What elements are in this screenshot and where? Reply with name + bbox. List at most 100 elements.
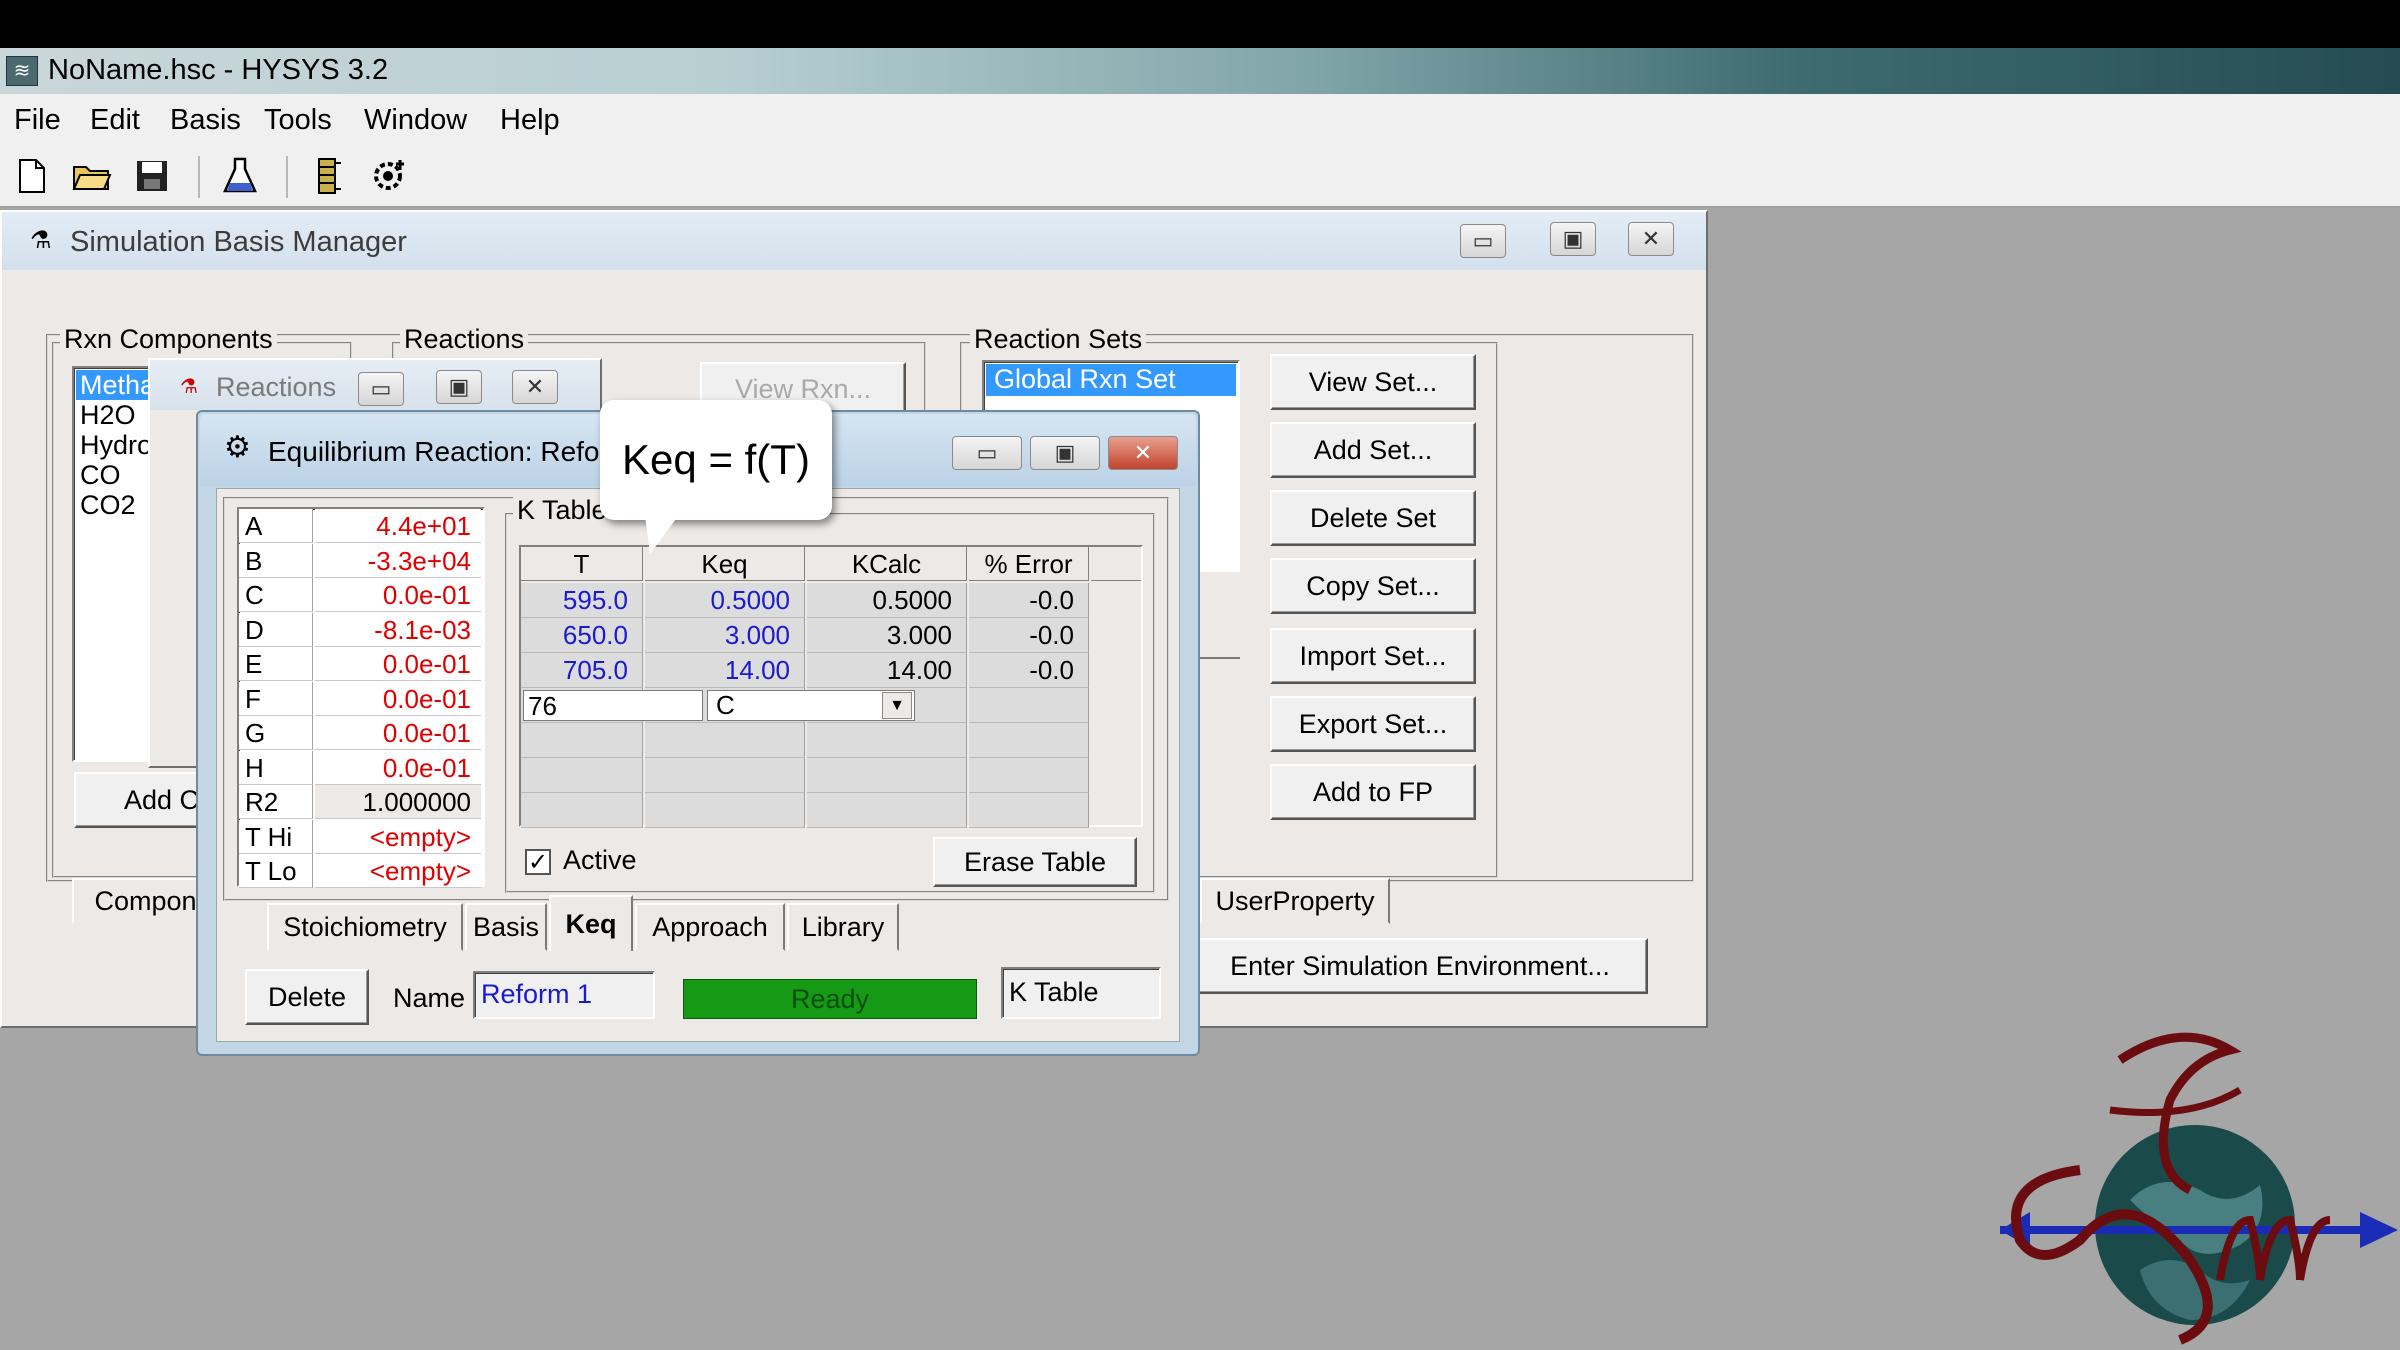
flask-icon[interactable] bbox=[218, 154, 262, 198]
menu-basis[interactable]: Basis bbox=[170, 104, 241, 137]
k-table-header[interactable]: KCalc bbox=[807, 547, 967, 581]
view-set-button[interactable]: View Set... bbox=[1270, 354, 1476, 410]
tab-library[interactable]: Library bbox=[787, 903, 899, 951]
basis-close-button[interactable]: ✕ bbox=[1628, 222, 1674, 256]
hysys-app-icon: ≋ bbox=[6, 56, 38, 86]
toolbar bbox=[0, 146, 2400, 208]
active-checkbox[interactable]: ✓ bbox=[525, 849, 551, 876]
k-table-empty-cell[interactable] bbox=[969, 688, 1089, 723]
open-folder-icon[interactable] bbox=[70, 154, 114, 198]
menu-tools[interactable]: Tools bbox=[264, 104, 332, 137]
param-value[interactable]: 0.0e-01 bbox=[315, 716, 481, 750]
k-table-grid[interactable]: T Keq KCalc% Error 595.0 0.5000 0.5000 -0.0 650… bbox=[519, 545, 1143, 828]
param-name: E bbox=[239, 647, 313, 681]
tab-keq[interactable]: Keq bbox=[549, 895, 633, 951]
component-item[interactable]: CO bbox=[80, 460, 121, 491]
eq-close-button[interactable]: ✕ bbox=[1108, 436, 1178, 470]
param-value[interactable]: 1.000000 bbox=[315, 785, 481, 819]
k-table-empty-cell[interactable] bbox=[645, 723, 805, 758]
param-value[interactable]: 0.0e-01 bbox=[315, 647, 481, 681]
reactions-window-icon: ⚗ bbox=[180, 376, 198, 398]
k-table-empty-cell[interactable] bbox=[969, 793, 1089, 828]
k-table-header[interactable]: % Error bbox=[969, 547, 1089, 581]
reaction-name-field[interactable]: Reform 1 bbox=[473, 971, 655, 1019]
k-table-empty-cell[interactable] bbox=[807, 723, 967, 758]
add-to-fp-button[interactable]: Add to FP bbox=[1270, 764, 1476, 820]
erase-table-button[interactable]: Erase Table bbox=[933, 837, 1137, 887]
copy-set-button[interactable]: Copy Set... bbox=[1270, 558, 1476, 614]
eq-maximize-button[interactable]: ▣ bbox=[1030, 436, 1100, 470]
psim-logo bbox=[2000, 1032, 2398, 1345]
reactions-maximize-button[interactable]: ▣ bbox=[436, 370, 482, 404]
tab-approach[interactable]: Approach bbox=[635, 903, 785, 951]
k-table-cell[interactable]: 705.0 bbox=[521, 653, 643, 688]
export-set-button[interactable]: Export Set... bbox=[1270, 696, 1476, 752]
reactions-minimize-button[interactable]: ▭ bbox=[358, 372, 404, 406]
toolbar-separator bbox=[286, 156, 288, 198]
k-table-empty-cell[interactable] bbox=[645, 793, 805, 828]
add-set-button[interactable]: Add Set... bbox=[1270, 422, 1476, 478]
delete-reaction-button[interactable]: Delete bbox=[245, 969, 369, 1025]
k-table-empty-cell[interactable] bbox=[521, 758, 643, 793]
k-table-header[interactable]: T bbox=[521, 547, 643, 581]
k-table-cell[interactable]: 0.5000 bbox=[645, 583, 805, 618]
menu-edit[interactable]: Edit bbox=[90, 104, 140, 137]
component-item[interactable]: H2O bbox=[80, 400, 136, 431]
tab-stoichiometry[interactable]: Stoichiometry bbox=[267, 903, 463, 951]
app-title-bar: ≋ NoName.hsc - HYSYS 3.2 bbox=[0, 48, 2400, 94]
oil-gear-icon[interactable] bbox=[368, 154, 412, 198]
menu-help[interactable]: Help bbox=[500, 104, 560, 137]
k-table-cell: -0.0 bbox=[969, 618, 1089, 653]
k-table-source-combo[interactable]: K Table bbox=[1001, 967, 1161, 1019]
basis-minimize-button[interactable]: ▭ bbox=[1460, 224, 1506, 258]
k-table-cell[interactable]: 650.0 bbox=[521, 618, 643, 653]
temperature-unit-dropdown[interactable]: C ▼ bbox=[707, 690, 915, 721]
param-name: R2 bbox=[239, 785, 313, 819]
tab-basis[interactable]: Basis bbox=[465, 903, 547, 951]
column-icon[interactable] bbox=[306, 154, 350, 198]
param-value[interactable]: <empty> bbox=[315, 854, 481, 888]
param-value[interactable]: 4.4e+01 bbox=[315, 509, 481, 543]
new-file-icon[interactable] bbox=[10, 154, 54, 198]
menu-file[interactable]: File bbox=[14, 104, 61, 137]
reaction-set-item[interactable]: Global Rxn Set bbox=[994, 364, 1176, 395]
param-value[interactable]: 0.0e-01 bbox=[315, 578, 481, 612]
reactions-close-button[interactable]: ✕ bbox=[512, 370, 558, 404]
param-value[interactable]: -3.3e+04 bbox=[315, 543, 481, 578]
param-name: F bbox=[239, 681, 313, 716]
keq-callout: Keq = f(T) bbox=[600, 400, 832, 520]
param-value[interactable]: 0.0e-01 bbox=[315, 750, 481, 785]
param-value[interactable]: <empty> bbox=[315, 819, 481, 854]
k-table-cell[interactable]: 595.0 bbox=[521, 583, 643, 618]
enter-simulation-environment-button[interactable]: Enter Simulation Environment... bbox=[1192, 938, 1648, 994]
menu-window[interactable]: Window bbox=[364, 104, 467, 137]
param-name: D bbox=[239, 612, 313, 647]
k-table-header-filler bbox=[1091, 547, 1141, 581]
temperature-edit-input[interactable]: 76 bbox=[523, 690, 703, 721]
name-label: Name bbox=[393, 983, 466, 1013]
save-icon[interactable] bbox=[130, 154, 174, 198]
k-table-empty-cell[interactable] bbox=[521, 723, 643, 758]
basis-maximize-button[interactable]: ▣ bbox=[1550, 222, 1596, 256]
k-table-cell[interactable]: 3.000 bbox=[645, 618, 805, 653]
k-table-empty-cell[interactable] bbox=[969, 723, 1089, 758]
tab-userproperty[interactable]: UserProperty bbox=[1200, 878, 1390, 924]
k-table-empty-cell[interactable] bbox=[521, 793, 643, 828]
delete-set-button[interactable]: Delete Set bbox=[1270, 490, 1476, 546]
chevron-down-icon[interactable]: ▼ bbox=[882, 692, 912, 719]
k-table-empty-cell[interactable] bbox=[645, 758, 805, 793]
reaction-sets-label: Reaction Sets bbox=[970, 324, 1147, 355]
param-name: T Hi bbox=[239, 819, 313, 854]
param-value[interactable]: -8.1e-03 bbox=[315, 612, 481, 647]
basis-manager-title: Simulation Basis Manager bbox=[70, 226, 407, 258]
k-table-empty-cell[interactable] bbox=[807, 758, 967, 793]
eq-minimize-button[interactable]: ▭ bbox=[952, 436, 1022, 470]
param-value[interactable]: 0.0e-01 bbox=[315, 681, 481, 716]
import-set-button[interactable]: Import Set... bbox=[1270, 628, 1476, 684]
k-table-cell[interactable]: 14.00 bbox=[645, 653, 805, 688]
k-table-empty-cell[interactable] bbox=[969, 758, 1089, 793]
k-table-empty-cell[interactable] bbox=[807, 793, 967, 828]
component-item[interactable]: CO2 bbox=[80, 490, 136, 521]
component-item[interactable]: Hydro bbox=[80, 430, 152, 461]
component-item[interactable]: Metha bbox=[80, 370, 155, 401]
